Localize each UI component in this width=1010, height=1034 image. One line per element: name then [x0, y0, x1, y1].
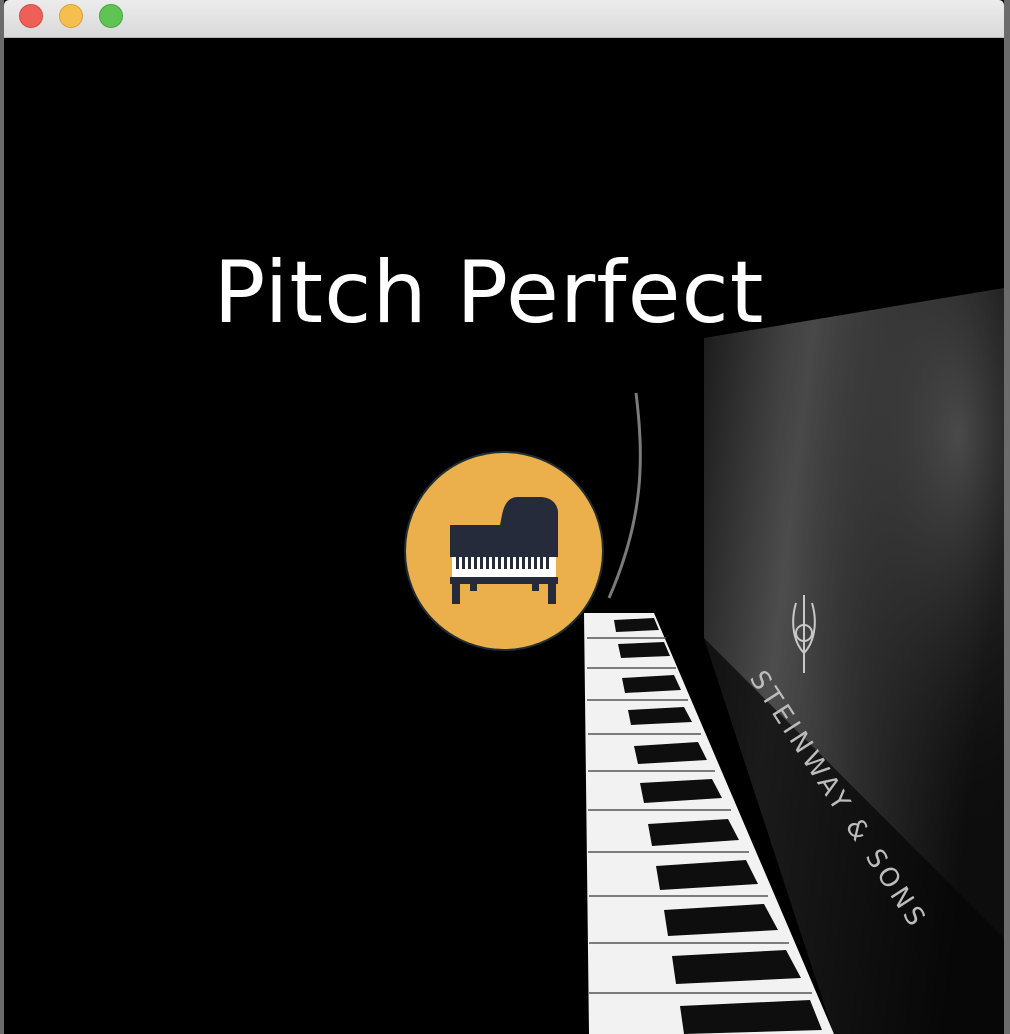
zoom-window-button[interactable]: [99, 4, 123, 28]
main-view: STEINWAY & SONS Pitch Perfect: [4, 38, 1004, 1034]
app-window: STEINWAY & SONS Pitch Perfect: [4, 0, 1004, 1034]
piano-play-button[interactable]: [404, 451, 604, 651]
close-window-button[interactable]: [19, 4, 43, 28]
grand-piano-icon: [450, 497, 558, 604]
minimize-window-button[interactable]: [59, 4, 83, 28]
title-bar[interactable]: [4, 0, 1004, 38]
app-title: Pitch Perfect: [213, 243, 765, 343]
